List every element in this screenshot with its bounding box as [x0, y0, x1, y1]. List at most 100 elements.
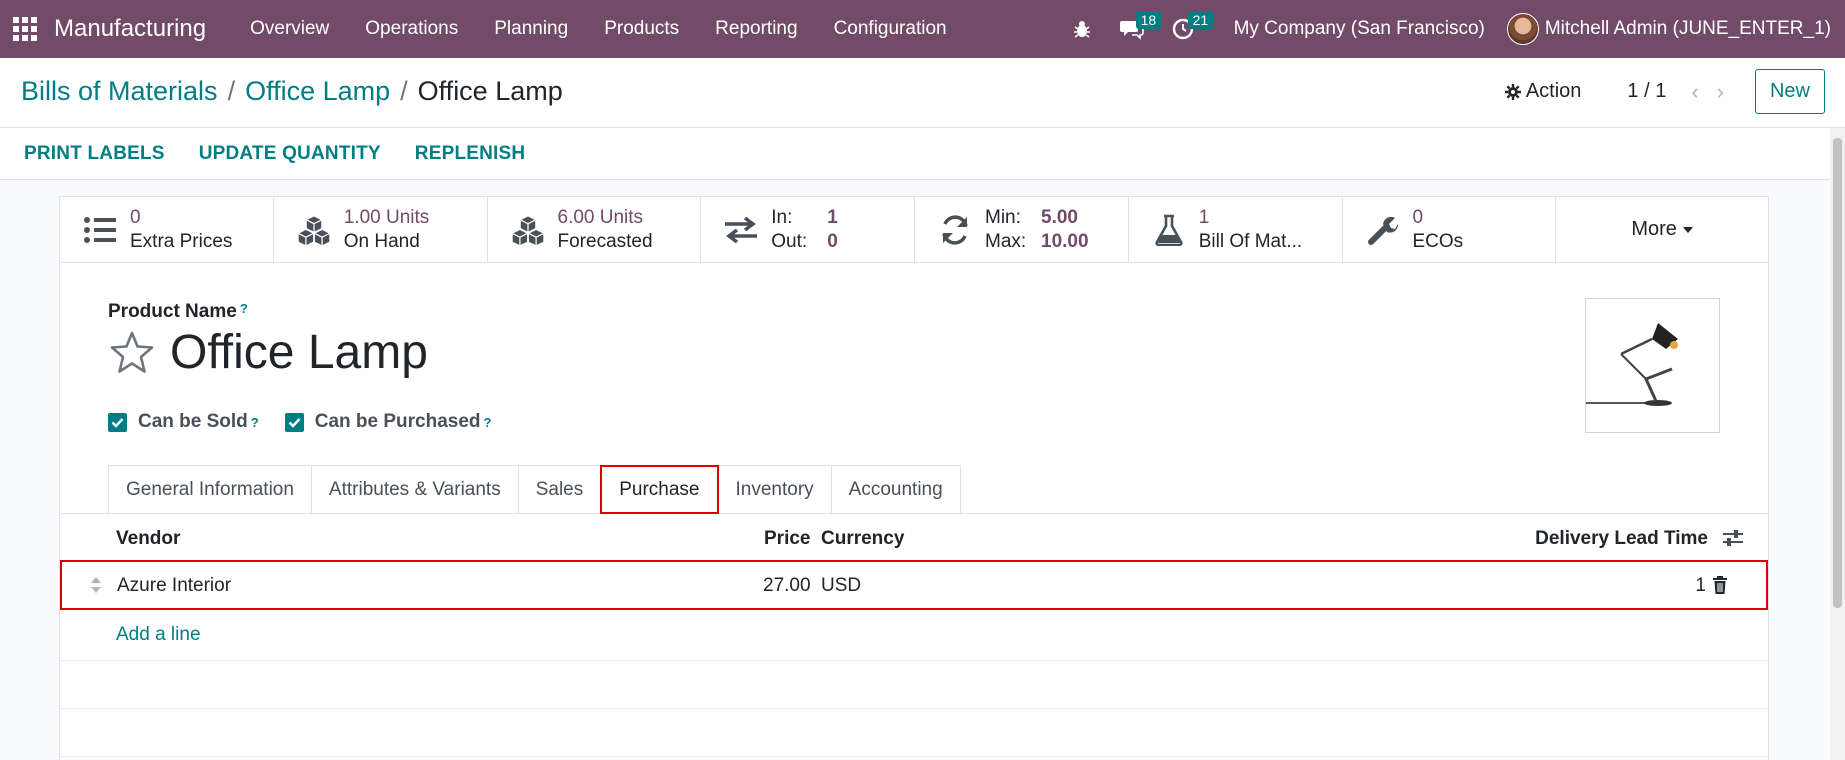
notebook-tabs: General Information Attributes & Variant…: [108, 465, 961, 514]
print-labels-button[interactable]: PRINT LABELS: [24, 143, 165, 165]
can-be-purchased-checkbox[interactable]: [284, 412, 304, 432]
action-label: Action: [1525, 80, 1582, 102]
empty-row-divider: [60, 660, 1768, 661]
debug-bug-icon[interactable]: [1058, 0, 1106, 58]
vendor-table-header: Vendor Price Currency Delivery Lead Time: [60, 514, 1768, 564]
extra-prices-label: Extra Prices: [130, 230, 233, 252]
vendor-cell[interactable]: Azure Interior: [117, 575, 231, 597]
new-button[interactable]: New: [1754, 69, 1825, 114]
form-statusbar: PRINT LABELS UPDATE QUANTITY REPLENISH: [0, 128, 1830, 180]
empty-row-divider: [60, 708, 1768, 709]
breadcrumb-separator: /: [227, 76, 236, 106]
optional-columns-icon[interactable]: [1722, 528, 1744, 548]
column-delivery-lead-time[interactable]: Delivery Lead Time: [1535, 528, 1708, 550]
add-a-line-link[interactable]: Add a line: [116, 624, 201, 646]
tab-accounting[interactable]: Accounting: [830, 465, 961, 514]
page-scrollbar[interactable]: [1830, 128, 1845, 760]
menu-reporting[interactable]: Reporting: [697, 0, 815, 58]
menu-configuration[interactable]: Configuration: [816, 0, 965, 58]
smart-button-in-out[interactable]: In: 1 Out: 0: [701, 197, 915, 262]
apps-menu-icon[interactable]: [0, 0, 50, 58]
min-label: Min:: [985, 206, 1021, 228]
messages-icon[interactable]: 18: [1106, 0, 1162, 58]
product-image[interactable]: [1585, 298, 1720, 433]
delete-trash-icon[interactable]: [1712, 575, 1728, 595]
out-value: 0: [827, 230, 838, 252]
product-name-field: Office Lamp: [108, 325, 428, 380]
avatar: [1506, 13, 1539, 45]
product-flags: Can be Sold? Can be Purchased?: [108, 411, 517, 433]
on-hand-value: 1.00 Units: [343, 206, 430, 228]
caret-down-icon: [1682, 226, 1693, 233]
menu-products[interactable]: Products: [586, 0, 697, 58]
lead-time-cell[interactable]: 1: [1695, 575, 1706, 597]
menu-planning[interactable]: Planning: [476, 0, 586, 58]
table-row[interactable]: Azure Interior 27.00 USD 1: [60, 560, 1768, 610]
drag-handle-icon[interactable]: [90, 576, 102, 594]
price-cell[interactable]: 27.00: [763, 575, 811, 597]
bom-label: Bill Of Mat...: [1198, 230, 1303, 252]
on-hand-label: On Hand: [343, 230, 420, 252]
ecos-label: ECOs: [1412, 230, 1464, 252]
tab-inventory[interactable]: Inventory: [717, 465, 832, 514]
scrollbar-thumb[interactable]: [1833, 138, 1842, 608]
can-be-sold-checkbox[interactable]: [108, 412, 127, 432]
help-tooltip-icon[interactable]: ?: [240, 301, 248, 316]
column-vendor[interactable]: Vendor: [116, 528, 180, 550]
more-dropdown[interactable]: More: [1556, 197, 1768, 262]
control-panel: Bills of Materials / Office Lamp / Offic…: [0, 58, 1845, 128]
column-price[interactable]: Price: [764, 528, 810, 550]
smart-button-forecasted[interactable]: 6.00 Units Forecasted: [488, 197, 702, 262]
breadcrumb-bills-of-materials[interactable]: Bills of Materials: [21, 76, 218, 107]
activities-clock-icon[interactable]: 21: [1158, 0, 1214, 58]
out-label: Out:: [771, 230, 808, 252]
company-switcher[interactable]: My Company (San Francisco): [1208, 18, 1507, 40]
exchange-arrows-icon: [723, 212, 759, 248]
product-name-label-text: Product Name: [108, 301, 237, 322]
breadcrumb: Bills of Materials / Office Lamp / Offic…: [21, 76, 563, 107]
product-name-label: Product Name?: [108, 301, 248, 323]
pager-previous-icon[interactable]: ‹: [1691, 79, 1698, 105]
column-currency[interactable]: Currency: [821, 528, 904, 550]
forecasted-label: Forecasted: [557, 230, 653, 252]
action-menu-button[interactable]: Action: [1504, 80, 1582, 103]
pager-value[interactable]: 1 / 1: [1627, 80, 1666, 103]
forecasted-value: 6.00 Units: [557, 206, 644, 228]
replenish-button[interactable]: REPLENISH: [415, 143, 526, 165]
tab-sales[interactable]: Sales: [517, 465, 602, 514]
favorite-star-icon[interactable]: [108, 329, 156, 377]
can-be-purchased-field[interactable]: Can be Purchased?: [284, 411, 492, 433]
smart-buttons: 0 Extra Prices 1.00 Units On Hand 6.00 U…: [60, 197, 1768, 263]
more-label: More: [1631, 218, 1677, 240]
update-quantity-button[interactable]: UPDATE QUANTITY: [199, 143, 381, 165]
menu-overview[interactable]: Overview: [232, 0, 347, 58]
currency-cell[interactable]: USD: [821, 575, 861, 597]
smart-button-bill-of-materials[interactable]: 1 Bill Of Mat...: [1129, 197, 1343, 262]
smart-button-ecos[interactable]: 0 ECOs: [1343, 197, 1557, 262]
user-name: Mitchell Admin (JUNE_ENTER_1): [1544, 18, 1831, 39]
in-value: 1: [827, 206, 838, 228]
help-tooltip-icon[interactable]: ?: [484, 415, 492, 430]
activities-badge: 21: [1187, 11, 1214, 29]
user-menu[interactable]: Mitchell Admin (JUNE_ENTER_1): [1506, 13, 1845, 45]
smart-button-min-max[interactable]: Min: 5.00 Max: 10.00: [915, 197, 1129, 262]
app-name[interactable]: Manufacturing: [54, 15, 206, 43]
tab-general-information[interactable]: General Information: [108, 465, 312, 514]
menu-operations[interactable]: Operations: [347, 0, 476, 58]
smart-button-extra-prices[interactable]: 0 Extra Prices: [60, 197, 274, 262]
product-name-input[interactable]: Office Lamp: [170, 325, 428, 380]
cubes-icon: [296, 212, 332, 248]
extra-prices-value: 0: [130, 206, 141, 228]
help-tooltip-icon[interactable]: ?: [251, 415, 259, 430]
can-be-sold-field[interactable]: Can be Sold?: [108, 411, 259, 433]
tab-attributes-variants[interactable]: Attributes & Variants: [310, 465, 519, 514]
max-label: Max:: [985, 230, 1027, 252]
desk-lamp-image: [1586, 323, 1678, 406]
breadcrumb-bom-office-lamp[interactable]: Office Lamp: [245, 76, 390, 107]
breadcrumb-separator: /: [400, 76, 408, 106]
smart-button-on-hand[interactable]: 1.00 Units On Hand: [274, 197, 488, 262]
tab-purchase[interactable]: Purchase: [600, 465, 719, 514]
pager-next-icon[interactable]: ›: [1717, 79, 1724, 105]
min-value: 5.00: [1041, 206, 1078, 228]
wrench-icon: [1365, 212, 1401, 248]
